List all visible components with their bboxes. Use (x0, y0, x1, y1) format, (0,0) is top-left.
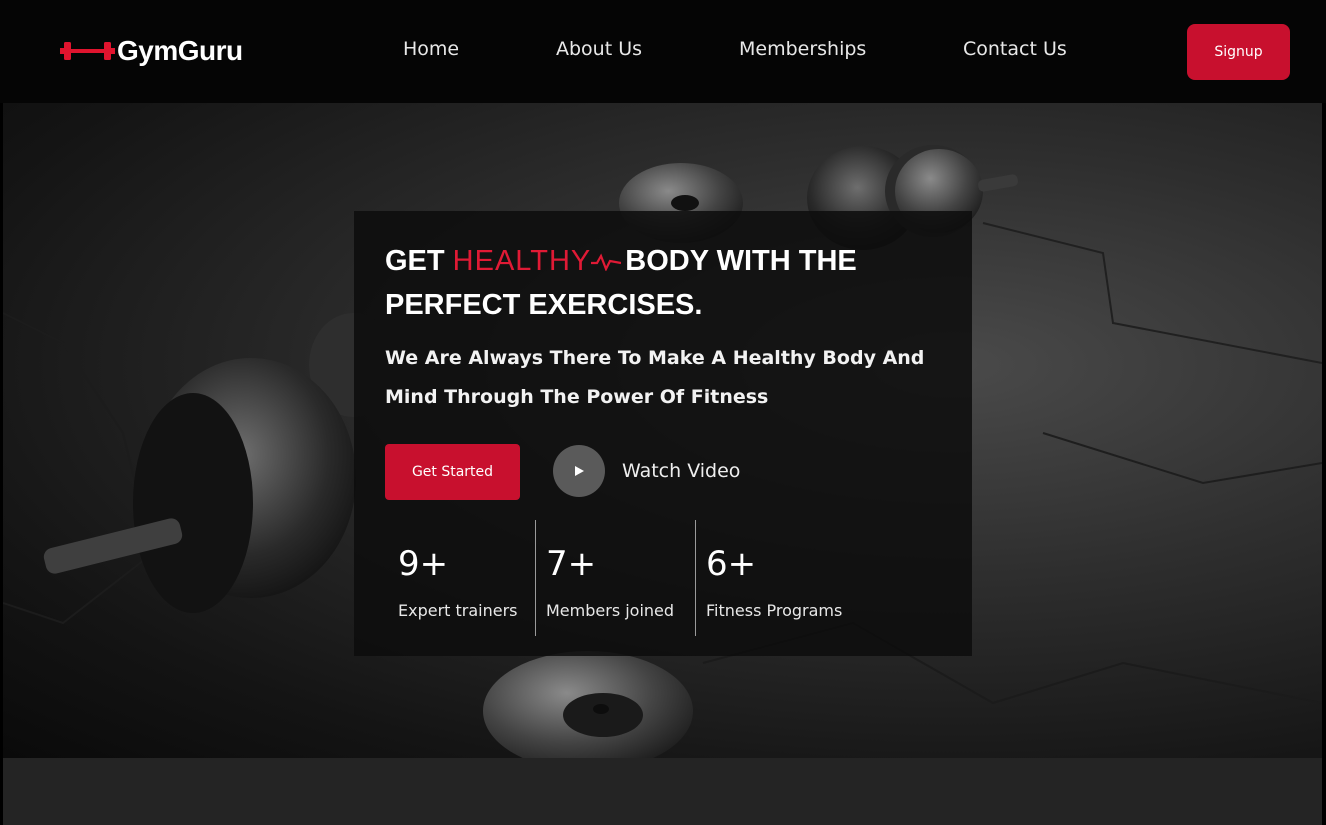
heartbeat-icon (591, 253, 622, 271)
hero-section: GET HEALTHY BODY WITH THE PERFECT EXERCIS… (3, 103, 1322, 758)
navbar: GymGuru Home About Us Memberships Contac… (0, 0, 1326, 103)
brand-logo[interactable]: GymGuru (60, 31, 243, 71)
play-icon[interactable] (553, 445, 605, 497)
nav-home[interactable]: Home (403, 38, 459, 60)
headline-start: GET (385, 245, 453, 277)
dumbbell-icon (60, 42, 115, 60)
nav-contact-us[interactable]: Contact Us (963, 38, 1067, 60)
signup-button[interactable]: Signup (1187, 24, 1290, 80)
watch-video-button[interactable]: Watch Video (553, 444, 740, 498)
stat-value: 7+ (546, 544, 597, 584)
hero-subheadline: We Are Always There To Make A Healthy Bo… (385, 347, 925, 408)
watch-video-label: Watch Video (622, 460, 741, 482)
nav-about-us[interactable]: About Us (556, 38, 642, 60)
stat-label: Fitness Programs (706, 601, 843, 620)
get-started-button[interactable]: Get Started (385, 444, 520, 500)
stat-value: 9+ (398, 544, 449, 584)
next-section (3, 758, 1322, 825)
brand-name: GymGuru (117, 35, 243, 66)
hero-headline: GET HEALTHY BODY WITH THE PERFECT EXERCIS… (385, 239, 955, 327)
stat-label: Expert trainers (398, 601, 518, 620)
hero-card: GET HEALTHY BODY WITH THE PERFECT EXERCIS… (354, 211, 972, 656)
stat-value: 6+ (706, 544, 757, 584)
nav-memberships[interactable]: Memberships (739, 38, 866, 60)
stat-divider (695, 520, 696, 636)
headline-highlight: HEALTHY (452, 245, 592, 277)
stat-divider (535, 520, 536, 636)
stat-label: Members joined (546, 601, 675, 620)
